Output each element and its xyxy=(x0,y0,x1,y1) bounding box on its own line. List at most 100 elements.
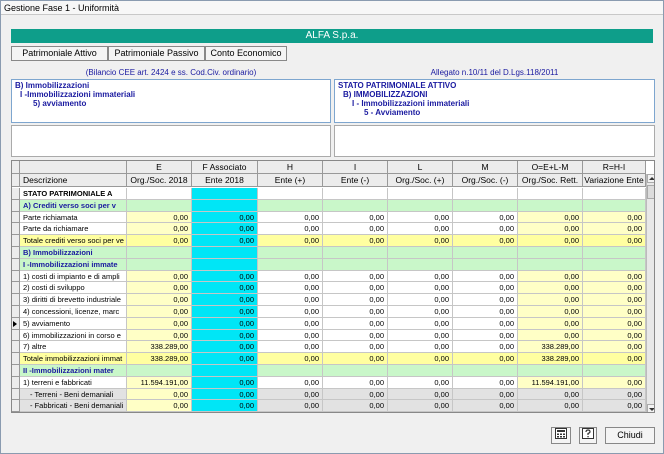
row-indicator[interactable] xyxy=(12,199,20,212)
tab-patrimoniale-attivo[interactable]: Patrimoniale Attivo xyxy=(11,46,108,61)
value-cell[interactable]: 0,00 xyxy=(323,270,388,283)
column-header[interactable]: Org./Soc. (-) xyxy=(453,174,518,187)
value-cell[interactable]: 0,00 xyxy=(323,211,388,224)
calculator-button[interactable] xyxy=(551,427,571,444)
table-row[interactable]: Parte richiamata 0,00 0,00 0,00 0,00 0,00 0,00… xyxy=(12,211,646,224)
row-indicator[interactable] xyxy=(12,341,20,354)
value-cell[interactable]: 0,00 xyxy=(583,306,646,318)
value-cell[interactable]: 0,00 xyxy=(192,388,258,401)
value-cell[interactable]: 0,00 xyxy=(583,294,646,306)
value-cell[interactable]: 0,00 xyxy=(583,400,646,412)
data-grid[interactable]: EF Associato H I L M O=E+L-M R=H-I Descrizione… xyxy=(11,160,655,413)
table-row[interactable]: 7) altre 338.289,00 0,00 0,00 0,00 0,00 0,00 33… xyxy=(12,341,646,354)
left-panel[interactable]: B) Immobilizzazioni I -Immobilizzazioni … xyxy=(11,79,331,123)
value-cell[interactable]: 0,00 xyxy=(192,211,258,224)
value-cell[interactable]: 0,00 xyxy=(323,376,388,389)
value-cell[interactable]: 0,00 xyxy=(453,341,518,354)
scroll-down-icon[interactable] xyxy=(647,404,654,412)
value-cell[interactable]: 0,00 xyxy=(258,329,323,342)
value-cell[interactable]: 0,00 xyxy=(518,223,583,236)
value-cell[interactable]: 0,00 xyxy=(258,282,323,295)
value-cell[interactable]: 0,00 xyxy=(583,317,646,330)
column-header[interactable]: Org./Soc. Rett. xyxy=(518,174,583,187)
value-cell[interactable]: 0,00 xyxy=(192,400,258,412)
value-cell[interactable]: 0,00 xyxy=(388,306,453,318)
table-row[interactable]: 5) avviamento 0,00 0,00 0,00 0,00 0,00 0,00 0,0… xyxy=(12,317,646,330)
tab-conto-economico[interactable]: Conto Economico xyxy=(205,46,287,61)
value-cell[interactable]: 0,00 xyxy=(192,376,258,389)
column-header[interactable]: Org./Soc. (+) xyxy=(388,174,453,187)
table-row[interactable]: B) Immobilizzazioni xyxy=(12,247,646,259)
row-indicator[interactable] xyxy=(12,317,20,330)
value-cell[interactable]: 0,00 xyxy=(388,341,453,354)
value-cell[interactable]: 0,00 xyxy=(583,329,646,342)
value-cell[interactable]: 0,00 xyxy=(453,294,518,306)
value-cell[interactable]: 0,00 xyxy=(192,294,258,306)
value-cell[interactable]: 0,00 xyxy=(388,400,453,412)
value-cell[interactable]: 0,00 xyxy=(127,400,192,412)
value-cell[interactable]: 0,00 xyxy=(323,317,388,330)
table-row[interactable]: 4) concessioni, licenze, marc 0,00 0,00 0,0… xyxy=(12,306,646,318)
value-cell[interactable]: 0,00 xyxy=(258,388,323,401)
value-cell[interactable]: 0,00 xyxy=(258,400,323,412)
table-row[interactable]: 6) immobilizzazioni in corso e 0,00 0,00 0,… xyxy=(12,329,646,342)
row-indicator[interactable] xyxy=(12,235,20,247)
value-cell[interactable]: 0,00 xyxy=(192,306,258,318)
table-row[interactable]: A) Crediti verso soci per v xyxy=(12,199,646,212)
value-cell[interactable]: 0,00 xyxy=(192,223,258,236)
value-cell[interactable]: 0,00 xyxy=(258,270,323,283)
value-cell[interactable]: 0,00 xyxy=(518,388,583,401)
value-cell[interactable]: 0,00 xyxy=(518,400,583,412)
value-cell[interactable]: 11.594.191,00 xyxy=(127,376,192,389)
tab-patrimoniale-passivo[interactable]: Patrimoniale Passivo xyxy=(108,46,205,61)
row-indicator[interactable] xyxy=(12,306,20,318)
value-cell[interactable]: 0,00 xyxy=(583,388,646,401)
value-cell[interactable]: 0,00 xyxy=(192,282,258,295)
row-indicator[interactable] xyxy=(12,329,20,342)
table-row[interactable]: I -Immobilizzazioni immate xyxy=(12,258,646,271)
right-panel[interactable]: STATO PATRIMONIALE ATTIVO B) IMMOBILIZZA… xyxy=(334,79,655,123)
value-cell[interactable]: 0,00 xyxy=(388,294,453,306)
value-cell[interactable]: 0,00 xyxy=(127,317,192,330)
value-cell[interactable]: 0,00 xyxy=(388,388,453,401)
value-cell[interactable]: 0,00 xyxy=(192,329,258,342)
table-row[interactable]: Totale crediti verso soci per ve 0,00 0,00… xyxy=(12,235,646,247)
table-row[interactable]: - Fabbricati - Beni demaniali 0,00 0,00 0,0… xyxy=(12,400,646,412)
value-cell[interactable]: 0,00 xyxy=(192,341,258,354)
value-cell[interactable]: 0,00 xyxy=(583,282,646,295)
value-cell[interactable]: 11.594.191,00 xyxy=(518,376,583,389)
row-indicator[interactable] xyxy=(12,270,20,283)
scroll-up-icon[interactable] xyxy=(647,174,654,183)
value-cell[interactable]: 0,00 xyxy=(127,388,192,401)
value-cell[interactable]: 0,00 xyxy=(388,270,453,283)
left-notes-area[interactable] xyxy=(11,125,331,157)
row-indicator[interactable] xyxy=(12,388,20,401)
value-cell[interactable]: 0,00 xyxy=(453,306,518,318)
value-cell[interactable]: 0,00 xyxy=(583,376,646,389)
value-cell[interactable]: 0,00 xyxy=(518,270,583,283)
table-row[interactable]: 3) diritti di brevetto industriale 0,00 0,… xyxy=(12,294,646,306)
row-indicator[interactable] xyxy=(12,223,20,236)
value-cell[interactable]: 0,00 xyxy=(323,329,388,342)
value-cell[interactable]: 0,00 xyxy=(453,223,518,236)
column-header[interactable]: Ente 2018 xyxy=(192,174,258,187)
value-cell[interactable]: 0,00 xyxy=(453,388,518,401)
value-cell[interactable]: 0,00 xyxy=(583,341,646,354)
value-cell[interactable]: 0,00 xyxy=(388,211,453,224)
value-cell[interactable]: 0,00 xyxy=(323,294,388,306)
value-cell[interactable]: 0,00 xyxy=(192,270,258,283)
value-cell[interactable]: 0,00 xyxy=(453,282,518,295)
right-notes-area[interactable] xyxy=(334,125,655,157)
value-cell[interactable]: 0,00 xyxy=(453,211,518,224)
value-cell[interactable]: 0,00 xyxy=(453,329,518,342)
value-cell[interactable]: 0,00 xyxy=(323,400,388,412)
column-header[interactable]: Variazione Ente xyxy=(583,174,646,187)
value-cell[interactable]: 0,00 xyxy=(323,341,388,354)
column-header[interactable]: Ente (+) xyxy=(258,174,323,187)
row-indicator[interactable] xyxy=(12,258,20,271)
value-cell[interactable]: 0,00 xyxy=(518,306,583,318)
value-cell[interactable]: 0,00 xyxy=(127,211,192,224)
table-row[interactable]: 1) costi di impianto e di ampli 0,00 0,00 0… xyxy=(12,270,646,283)
value-cell[interactable]: 0,00 xyxy=(192,317,258,330)
table-row[interactable]: Totale immobilizzazioni immat 338.289,00 0… xyxy=(12,353,646,365)
